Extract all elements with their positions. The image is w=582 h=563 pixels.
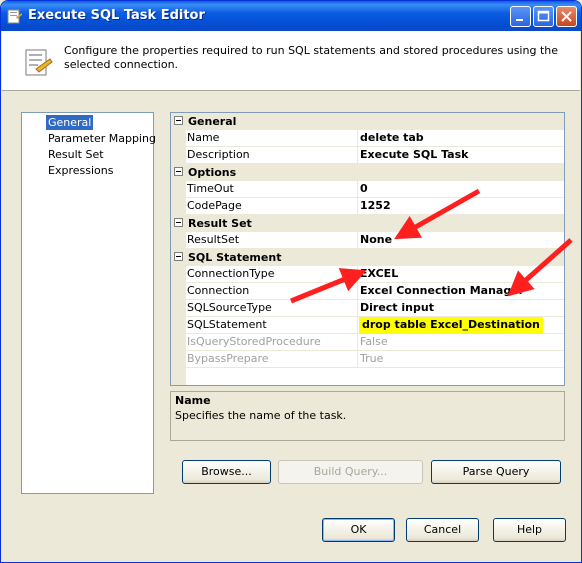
nav-item-result-set[interactable]: Result Set [46,147,106,162]
property-key: BypassPrepare [187,351,358,368]
property-key: IsQueryStoredProcedure [187,334,358,351]
property-value[interactable]: None [359,232,392,249]
property-key: SQLSourceType [187,300,358,317]
property-grid: General Name delete tab Description Exec… [170,112,565,386]
description-text: Specifies the name of the task. [175,409,347,422]
property-row-resultset[interactable]: ResultSet None [171,232,564,249]
collapse-icon[interactable] [174,116,183,125]
close-button[interactable] [556,6,577,27]
sql-task-icon [25,49,53,76]
description-title: Name [175,394,211,407]
property-row-isquerystoredprocedure: IsQueryStoredProcedure False [171,334,564,351]
browse-button[interactable]: Browse... [182,460,271,484]
header-description: Configure the properties required to run… [64,44,558,71]
property-value[interactable]: EXCEL [359,266,398,283]
nav-item-general[interactable]: General [46,115,94,130]
task-editor-icon [7,9,22,24]
property-key: ConnectionType [187,266,358,283]
minimize-button[interactable] [510,6,531,27]
nav-item-expressions[interactable]: Expressions [46,163,115,178]
collapse-icon[interactable] [174,252,183,261]
ok-button[interactable]: OK [322,518,395,542]
property-row-sqlstatement[interactable]: SQLStatement drop table Excel_Destinatio… [171,317,564,334]
collapse-icon[interactable] [174,167,183,176]
property-key: Name [187,130,358,147]
cancel-button[interactable]: Cancel [406,518,479,542]
category-result-set[interactable]: Result Set [171,215,564,232]
property-row-name[interactable]: Name delete tab [171,130,564,147]
property-value[interactable]: Excel Connection Manager [359,283,524,300]
category-label: Options [188,166,237,179]
minimize-icon [516,19,523,21]
property-key: TimeOut [187,181,358,198]
property-value[interactable]: Direct input [359,300,434,317]
property-key: CodePage [187,198,358,215]
maximize-button[interactable] [533,6,554,27]
collapse-icon[interactable] [174,218,183,227]
property-row-connectiontype[interactable]: ConnectionType EXCEL [171,266,564,283]
category-label: Result Set [188,217,252,230]
property-row-timeout[interactable]: TimeOut 0 [171,181,564,198]
title-bar[interactable]: Execute SQL Task Editor [1,1,581,31]
category-label: SQL Statement [188,251,282,264]
property-key: Connection [187,283,358,300]
property-value[interactable]: delete tab [359,130,424,147]
property-value: True [360,352,384,365]
execute-sql-task-editor-window: Execute SQL Task Editor Configure the pr… [0,0,582,563]
property-key: ResultSet [187,232,358,249]
property-row-connection[interactable]: Connection Excel Connection Manager [171,283,564,300]
property-description-panel: Name Specifies the name of the task. [170,391,565,441]
help-button[interactable]: Help [493,518,566,542]
parse-query-button[interactable]: Parse Query [431,460,561,484]
property-value[interactable]: Execute SQL Task [359,147,468,164]
property-row-description[interactable]: Description Execute SQL Task [171,147,564,164]
dialog-header: Configure the properties required to run… [2,31,580,91]
category-general[interactable]: General [171,113,564,130]
property-value: False [360,335,388,348]
property-key: SQLStatement [187,317,358,334]
property-value[interactable]: 1252 [359,198,391,215]
page-navigation-list: General Parameter Mapping Result Set Exp… [21,112,156,494]
property-row-bypassprepare: BypassPrepare True [171,351,564,368]
property-row-sqlsourcetype[interactable]: SQLSourceType Direct input [171,300,564,317]
nav-item-parameter-mapping[interactable]: Parameter Mapping [46,131,158,146]
property-key: Description [187,147,358,164]
maximize-icon [537,10,550,22]
window-title: Execute SQL Task Editor [28,8,205,23]
category-label: General [188,115,237,128]
build-query-button: Build Query... [278,460,423,484]
property-value[interactable]: 0 [359,181,368,198]
category-options[interactable]: Options [171,164,564,181]
close-icon [561,11,572,22]
category-sql-statement[interactable]: SQL Statement [171,249,564,266]
property-row-codepage[interactable]: CodePage 1252 [171,198,564,215]
property-value-highlighted[interactable]: drop table Excel_Destination [359,317,543,334]
